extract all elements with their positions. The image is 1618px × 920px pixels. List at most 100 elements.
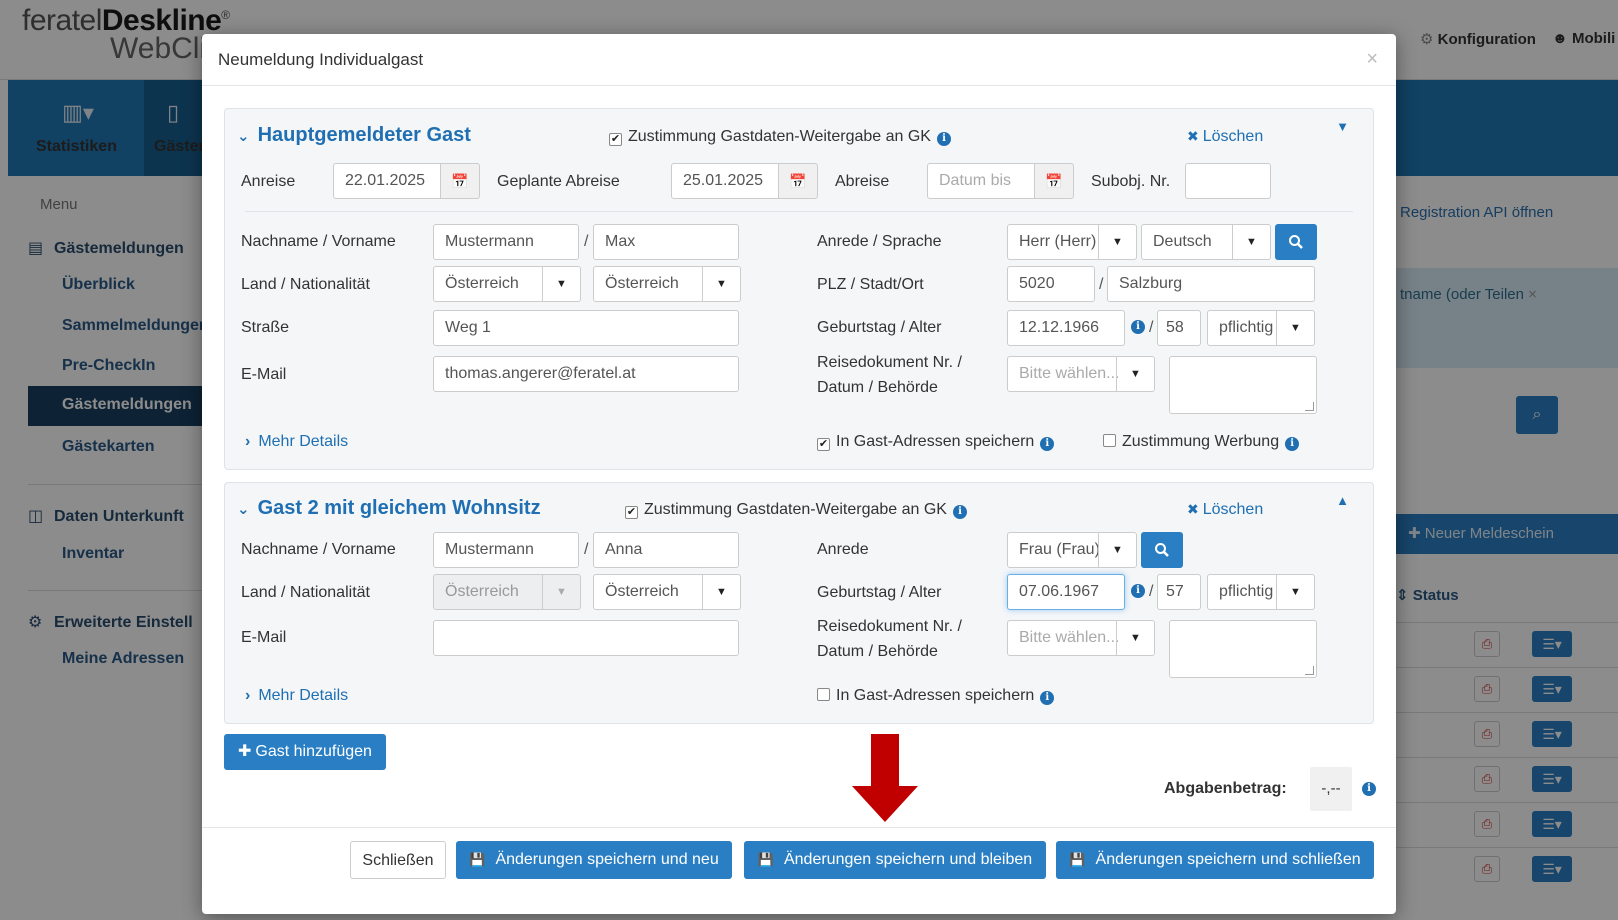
subobject-input[interactable] [1185, 163, 1271, 199]
expand-caret-icon[interactable]: ▲ [1336, 493, 1349, 508]
checkbox-checked: ✔ [817, 438, 830, 451]
zip-city-label: PLZ / Stadt/Ort [817, 276, 924, 293]
add-guest-button[interactable]: ✚ Gast hinzufügen [224, 734, 386, 770]
collapse-caret-icon[interactable]: ▼ [1336, 119, 1349, 134]
birthday-input[interactable]: 07.06.1967 [1007, 574, 1125, 610]
guest-1-title[interactable]: ⌄ Hauptgemeldeter Gast [237, 124, 471, 147]
email-label: E-Mail [241, 629, 287, 646]
info-icon[interactable]: i [1362, 782, 1376, 796]
close-icon[interactable]: × [1366, 48, 1378, 71]
age-input[interactable]: 58 [1157, 310, 1201, 346]
modal-header: Neumeldung Individualgast × [202, 34, 1396, 86]
caret-down-icon: ▼ [702, 575, 740, 609]
caret-down-icon: ▼ [1116, 621, 1154, 655]
close-icon: ✖ [1187, 128, 1199, 144]
save-address-checkbox[interactable]: ✔ In Gast-Adressen speichern i [817, 433, 1055, 451]
guest-1-delete-link[interactable]: ✖ Löschen [1187, 128, 1263, 146]
calendar-icon[interactable]: 📅 [778, 163, 818, 199]
lastname-input[interactable]: Mustermann [433, 532, 579, 568]
duty-select[interactable]: pflichtig ▼ [1207, 574, 1315, 610]
nationality-select[interactable]: Österreich ▼ [593, 266, 741, 302]
save-and-new-button[interactable]: 💾 Änderungen speichern und neu [456, 841, 732, 879]
divider [245, 211, 1353, 212]
street-label: Straße [241, 319, 290, 336]
departure-date-input[interactable]: Datum bis [927, 163, 1035, 199]
info-icon: i [936, 132, 951, 146]
duty-select[interactable]: pflichtig ▼ [1207, 310, 1315, 346]
calendar-icon[interactable]: 📅 [1034, 163, 1074, 199]
info-icon: i [1040, 437, 1055, 451]
save-and-stay-button[interactable]: 💾 Änderungen speichern und bleiben [744, 841, 1046, 879]
travel-document-textarea[interactable] [1169, 620, 1317, 678]
travel-document-textarea[interactable] [1169, 356, 1317, 414]
arrival-label: Anreise [241, 173, 296, 190]
ad-consent-checkbox[interactable]: Zustimmung Werbung i [1103, 433, 1300, 451]
travel-document-select[interactable]: Bitte wählen... ▼ [1007, 620, 1155, 656]
name-label: Nachname / Vorname [241, 233, 396, 250]
guest-2-title[interactable]: ⌄ Gast 2 mit gleichem Wohnsitz [237, 497, 541, 520]
caret-down-icon: ▼ [1276, 575, 1314, 609]
guest-1-consent-checkbox[interactable]: ✔ Zustimmung Gastdaten-Weitergabe an GK i [609, 128, 951, 146]
firstname-input[interactable]: Max [593, 224, 739, 260]
modal-title: Neumeldung Individualgast [218, 50, 424, 69]
checkbox-checked: ✔ [625, 506, 638, 519]
arrival-date-input[interactable]: 22.01.2025 [333, 163, 441, 199]
chevron-down-icon: ⌄ [237, 128, 250, 145]
planned-departure-input[interactable]: 25.01.2025 [671, 163, 779, 199]
travel-document-select[interactable]: Bitte wählen... ▼ [1007, 356, 1155, 392]
save-icon: 💾 [1069, 852, 1086, 867]
save-icon: 💾 [757, 852, 774, 867]
salutation-label: Anrede / Sprache [817, 233, 942, 250]
city-input[interactable]: Salzburg [1107, 266, 1315, 302]
travel-document-label: Reisedokument Nr. / Datum / Behörde [817, 354, 962, 396]
nationality-select[interactable]: Österreich ▼ [593, 574, 741, 610]
search-button[interactable] [1141, 532, 1183, 568]
save-and-close-button[interactable]: 💾 Änderungen speichern und schließen [1056, 841, 1374, 879]
checkbox-unchecked [1103, 434, 1116, 447]
info-icon[interactable]: i [1131, 584, 1145, 598]
street-input[interactable]: Weg 1 [433, 310, 739, 346]
salutation-select[interactable]: Herr (Herr) ▼ [1007, 224, 1137, 260]
caret-down-icon: ▼ [542, 575, 580, 609]
travel-document-label: Reisedokument Nr. / Datum / Behörde [817, 618, 962, 660]
checkbox-checked: ✔ [609, 133, 622, 146]
more-details-link[interactable]: › Mehr Details [245, 687, 348, 705]
guest-2-consent-checkbox[interactable]: ✔ Zustimmung Gastdaten-Weitergabe an GK i [625, 501, 967, 519]
country-label: Land / Nationalität [241, 584, 370, 601]
email-input[interactable] [433, 620, 739, 656]
email-label: E-Mail [241, 366, 287, 383]
guest-2-panel: ⌄ Gast 2 mit gleichem Wohnsitz ✔ Zustimmun… [224, 482, 1374, 724]
info-icon[interactable]: i [1131, 320, 1145, 334]
caret-down-icon: ▼ [1116, 357, 1154, 391]
close-button[interactable]: Schließen [350, 841, 446, 879]
zip-input[interactable]: 5020 [1007, 266, 1095, 302]
lastname-input[interactable]: Mustermann [433, 224, 579, 260]
planned-departure-label: Geplante Abreise [497, 173, 620, 190]
save-icon: 💾 [469, 852, 486, 867]
caret-down-icon: ▼ [1098, 225, 1136, 259]
country-select[interactable]: Österreich ▼ [433, 266, 581, 302]
caret-down-icon: ▼ [1098, 533, 1136, 567]
birthday-label: Geburtstag / Alter [817, 584, 942, 601]
guest-1-panel: ⌄ Hauptgemeldeter Gast ✔ Zustimmung Gastda… [224, 108, 1374, 470]
caret-down-icon: ▼ [702, 267, 740, 301]
save-address-checkbox[interactable]: In Gast-Adressen speichern i [817, 687, 1055, 705]
email-input[interactable]: thomas.angerer@feratel.at [433, 356, 739, 392]
search-icon [1289, 234, 1303, 249]
modal-footer: Schließen 💾 Änderungen speichern und neu … [202, 827, 1396, 914]
calendar-icon[interactable]: 📅 [440, 163, 480, 199]
firstname-input[interactable]: Anna [593, 532, 739, 568]
birthday-label: Geburtstag / Alter [817, 319, 942, 336]
chevron-right-icon: › [245, 687, 251, 704]
close-icon: ✖ [1187, 501, 1199, 517]
guest-2-delete-link[interactable]: ✖ Löschen [1187, 501, 1263, 519]
age-input[interactable]: 57 [1157, 574, 1201, 610]
language-select[interactable]: Deutsch ▼ [1141, 224, 1271, 260]
birthday-input[interactable]: 12.12.1966 [1007, 310, 1125, 346]
more-details-link[interactable]: › Mehr Details [245, 433, 348, 451]
country-label: Land / Nationalität [241, 276, 370, 293]
salutation-select[interactable]: Frau (Frau) ▼ [1007, 532, 1137, 568]
search-button[interactable] [1275, 224, 1317, 260]
caret-down-icon: ▼ [1232, 225, 1270, 259]
plus-icon: ✚ [238, 743, 252, 760]
